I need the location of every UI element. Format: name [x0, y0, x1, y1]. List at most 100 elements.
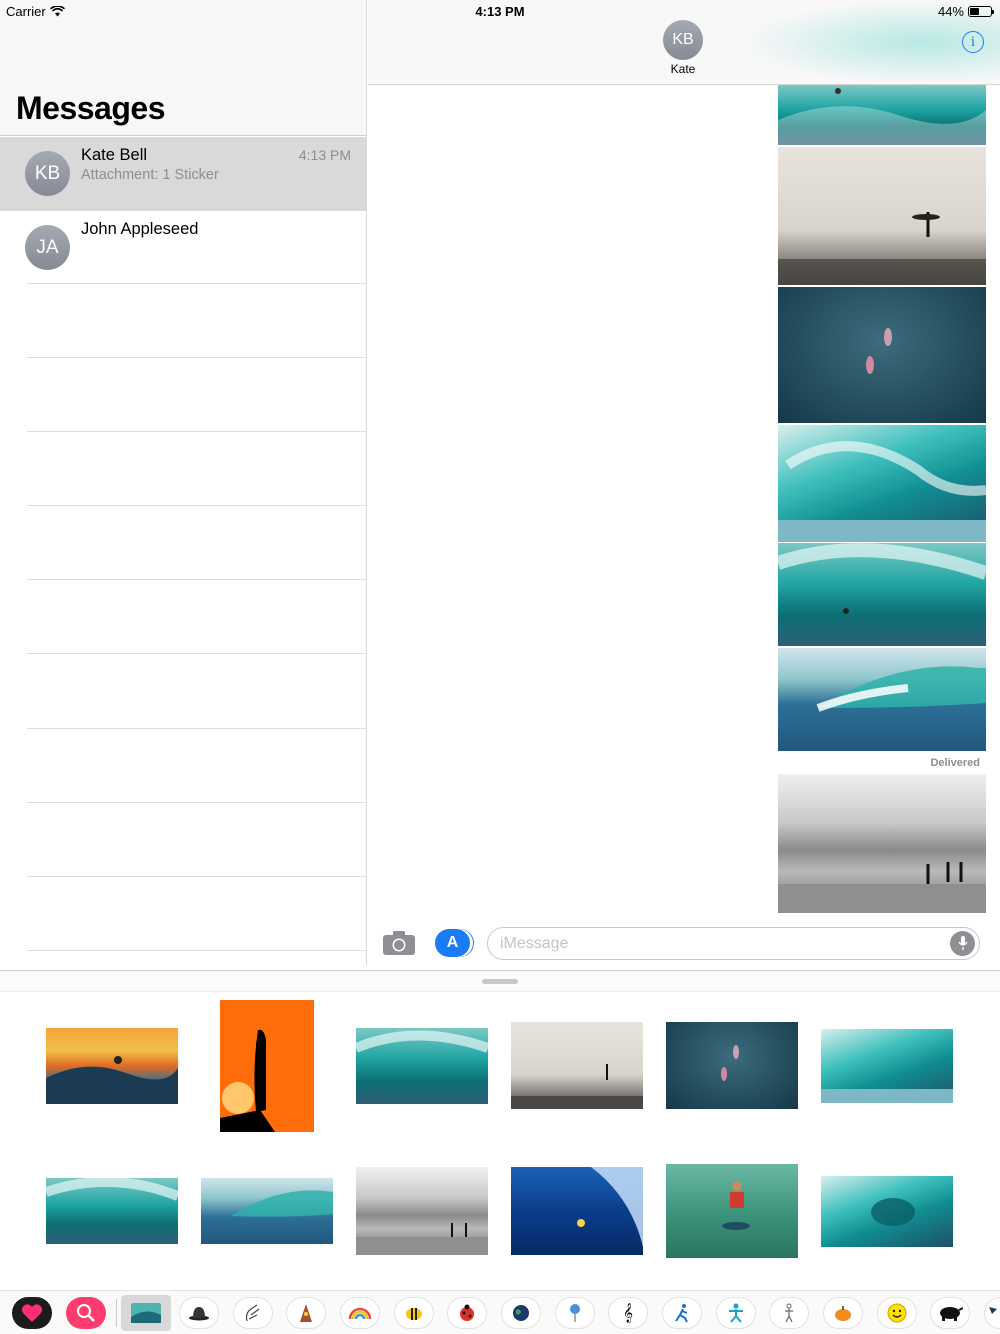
monster-icon[interactable]	[286, 1297, 326, 1329]
strip-divider	[116, 1299, 117, 1327]
message-photo[interactable]	[775, 543, 989, 646]
bw-beach-image	[356, 1223, 488, 1255]
conversation-item-kate-bell[interactable]: KB Kate Bell Attachment: 1 Sticker 4:13 …	[0, 137, 366, 211]
barrel-wave-image	[821, 1089, 953, 1103]
sticker-silhouette-surfer[interactable]	[220, 1000, 314, 1132]
surf-thumbnail-glyph	[131, 1303, 161, 1323]
list-separator	[27, 579, 366, 580]
runner-glyph	[675, 1304, 688, 1323]
info-icon[interactable]: i	[962, 31, 984, 53]
sticker-red-shirt-surfer[interactable]	[666, 1164, 798, 1258]
treble-clef-icon[interactable]: 𝄞	[608, 1297, 648, 1329]
pig-icon[interactable]	[930, 1297, 970, 1329]
rainbow-glyph	[348, 1307, 372, 1320]
dancer-glyph	[729, 1303, 743, 1323]
turquoise-wave-image	[354, 1030, 490, 1053]
delivered-status: Delivered	[930, 757, 980, 769]
monster-glyph	[300, 1304, 312, 1322]
conversation-time: 4:13 PM	[298, 147, 351, 163]
pumpkin-glyph	[835, 1306, 851, 1321]
message-photo[interactable]	[778, 425, 987, 542]
barrel-wave-image	[778, 441, 987, 542]
message-photo[interactable]	[778, 85, 986, 145]
sticker-curl-wave[interactable]	[44, 1177, 180, 1244]
app-store-icon[interactable]: A	[435, 929, 470, 957]
sticker-sunset-surfer[interactable]	[46, 1028, 178, 1104]
imessage-app-strip: 𝄞	[0, 1290, 1000, 1334]
ladybug-glyph	[460, 1304, 474, 1321]
list-separator	[27, 802, 366, 803]
beach-surfers-bw-image	[778, 862, 986, 913]
battery-indicator: 44%	[937, 4, 994, 19]
smiley-icon[interactable]	[877, 1297, 917, 1329]
surf-stickers-icon[interactable]	[121, 1295, 171, 1331]
search-images-icon[interactable]	[66, 1297, 106, 1329]
sticker-misty-beach[interactable]	[511, 1022, 643, 1109]
hat-glyph	[189, 1307, 209, 1321]
heart-glyph	[21, 1304, 43, 1322]
sticker-big-wave[interactable]	[201, 1178, 333, 1244]
conversation-item-john-appleseed[interactable]: JA John Appleseed	[0, 211, 366, 285]
status-bar: Carrier 4:13 PM 44%	[0, 0, 1000, 22]
magnifier-glyph	[77, 1304, 95, 1322]
message-photo[interactable]	[778, 287, 986, 423]
list-separator	[27, 431, 366, 432]
battery-fill	[970, 8, 979, 15]
misty-beach-image	[511, 1064, 643, 1109]
big-wave-image	[231, 1190, 333, 1217]
sticker-aerial-surfers[interactable]	[666, 1022, 798, 1109]
camera-icon[interactable]	[382, 930, 416, 956]
runner-icon[interactable]	[662, 1297, 702, 1329]
message-input[interactable]	[500, 933, 940, 955]
messages-app: Carrier 4:13 PM 44% Messages KB Kate Bel…	[0, 0, 1000, 1334]
status-time: 4:13 PM	[475, 4, 525, 19]
earth-glyph	[513, 1305, 529, 1321]
sticker-bw-beach[interactable]	[356, 1167, 488, 1255]
tube-wave-image	[871, 1198, 915, 1226]
battery-percent: 44%	[937, 4, 964, 19]
bowler-hat-icon[interactable]	[179, 1297, 219, 1329]
avatar: JA	[25, 225, 70, 270]
microphone-icon[interactable]	[950, 931, 975, 956]
bee-icon[interactable]	[394, 1297, 434, 1329]
ladybug-icon[interactable]	[447, 1297, 487, 1329]
sticker-turquoise-wave[interactable]	[354, 1028, 490, 1104]
sticker-tube-wave[interactable]	[821, 1176, 953, 1247]
pig-glyph	[940, 1307, 963, 1321]
silhouette-surfer-image	[220, 1029, 275, 1132]
pumpkin-icon[interactable]	[823, 1297, 863, 1329]
flag-icon[interactable]	[984, 1297, 1000, 1329]
flag-glyph	[988, 1307, 997, 1314]
wave-surf-image	[778, 88, 986, 145]
message-photo[interactable]	[778, 774, 986, 913]
message-photo[interactable]	[778, 147, 986, 285]
balloon-icon[interactable]	[555, 1297, 595, 1329]
stick-figure-icon[interactable]	[769, 1297, 809, 1329]
bee-glyph	[406, 1308, 422, 1320]
list-separator	[27, 950, 366, 951]
contact-avatar-button[interactable]: KB	[663, 20, 703, 60]
list-separator	[27, 728, 366, 729]
conversation-name: John Appleseed	[81, 220, 199, 238]
list-separator	[27, 653, 366, 654]
avatar: KB	[25, 151, 70, 196]
contact-name[interactable]: Kate	[648, 62, 718, 76]
list-separator	[27, 283, 366, 284]
message-photo[interactable]	[778, 648, 986, 751]
balloon-glyph	[570, 1304, 580, 1322]
sticker-barrel-wave[interactable]	[821, 1029, 953, 1103]
drawer-grabber[interactable]	[482, 979, 518, 984]
recent-stickers-icon[interactable]	[12, 1297, 52, 1329]
earth-icon[interactable]	[501, 1297, 541, 1329]
rainbow-icon[interactable]	[340, 1297, 380, 1329]
dancer-icon[interactable]	[716, 1297, 756, 1329]
curl-wave-image	[44, 1177, 180, 1201]
list-separator	[27, 876, 366, 877]
page-title: Messages	[16, 90, 165, 126]
stick-figure-glyph	[785, 1303, 793, 1323]
microphone-glyph	[957, 936, 968, 950]
sticker-blue-surfer[interactable]	[511, 1167, 643, 1255]
hand-drawing-icon[interactable]	[233, 1297, 273, 1329]
smiley-glyph	[887, 1303, 907, 1323]
aerial-surfers-image	[721, 1045, 739, 1081]
